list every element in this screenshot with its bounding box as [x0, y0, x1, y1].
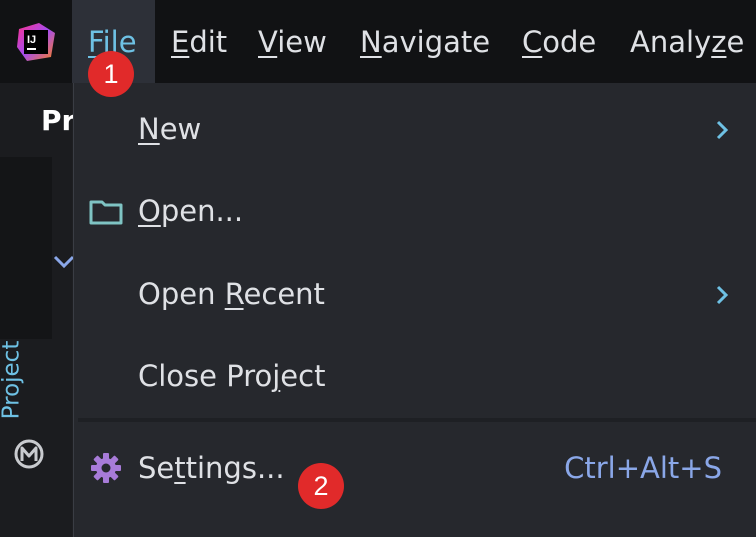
menu-edit[interactable]: Edit: [171, 0, 227, 83]
maven-icon[interactable]: [13, 438, 45, 470]
menu-view-mnemonic: V: [258, 25, 278, 59]
menu-analyze-pre: Analy: [630, 25, 712, 59]
file-menu-item-new-label: New: [138, 89, 201, 169]
step-badge-2: 2: [298, 463, 344, 509]
file-menu-dropdown: New Open... Open Recent Close Project Se…: [73, 83, 756, 537]
submenu-arrow-icon: [716, 285, 729, 305]
settings-mnemonic: t: [174, 451, 186, 485]
menu-code[interactable]: Code: [522, 0, 596, 83]
file-menu-item-open-label: Open...: [138, 171, 243, 251]
menu-analyze[interactable]: Analyze: [630, 0, 744, 83]
open-mnemonic: O: [138, 194, 161, 228]
open-recent-mnemonic: R: [224, 277, 244, 311]
svg-text:IJ: IJ: [27, 34, 36, 46]
menu-code-rest: ode: [542, 25, 597, 59]
close-project-pre: Close Pro: [138, 359, 273, 393]
menu-code-mnemonic: C: [522, 25, 543, 59]
close-project-rest: ect: [280, 359, 326, 393]
menu-separator: [78, 418, 756, 422]
menu-navigate[interactable]: Navigate: [360, 0, 490, 83]
gear-icon: [91, 453, 121, 483]
settings-pre: Se: [138, 451, 175, 485]
project-tool-window-button[interactable]: Project: [0, 157, 52, 469]
menu-analyze-rest: e: [726, 25, 745, 59]
step-badge-1: 1: [88, 51, 134, 97]
project-tool-label: Project: [0, 340, 25, 420]
menu-analyze-mnemonic: z: [711, 25, 727, 59]
menu-navigate-rest: avigate: [381, 25, 491, 59]
chevron-down-icon[interactable]: [53, 255, 75, 269]
file-menu-item-close-project[interactable]: Close Project: [74, 336, 756, 416]
file-menu-item-settings[interactable]: Settings... Ctrl+Alt+S: [74, 428, 756, 508]
file-menu-item-open-recent[interactable]: Open Recent: [74, 254, 756, 334]
menu-edit-rest: dit: [189, 25, 228, 59]
menu-view-rest: iew: [277, 25, 327, 59]
intellij-logo-icon: IJ: [17, 23, 55, 61]
new-rest: ew: [159, 112, 202, 146]
submenu-arrow-icon: [716, 120, 729, 140]
open-rest: pen...: [160, 194, 244, 228]
file-menu-item-settings-label: Settings...: [138, 428, 285, 508]
open-recent-pre: Open: [138, 277, 225, 311]
settings-rest: tings...: [185, 451, 285, 485]
file-menu-item-open-recent-label: Open Recent: [138, 254, 325, 334]
settings-shortcut: Ctrl+Alt+S: [564, 451, 722, 485]
menu-navigate-mnemonic: N: [360, 25, 382, 59]
menu-view[interactable]: View: [258, 0, 327, 83]
file-menu-item-open[interactable]: Open...: [74, 171, 756, 251]
open-recent-rest: ecent: [243, 277, 325, 311]
project-panel-title: Pr: [41, 104, 76, 137]
folder-icon: [89, 200, 123, 225]
file-menu-item-close-project-label: Close Project: [138, 336, 325, 416]
file-menu-item-new[interactable]: New: [74, 89, 756, 169]
menu-edit-mnemonic: E: [171, 25, 190, 59]
new-mnemonic: N: [138, 112, 160, 146]
